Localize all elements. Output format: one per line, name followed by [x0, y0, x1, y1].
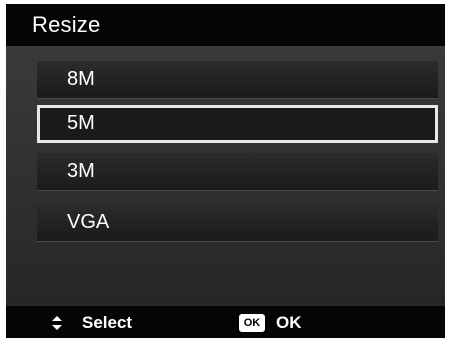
- menu-item-5m[interactable]: 5M: [37, 105, 438, 143]
- up-down-arrows-icon: [52, 316, 62, 330]
- menu-item-label: VGA: [67, 211, 110, 233]
- ok-button-icon: OK: [239, 314, 265, 332]
- menu-item-label: 8M: [67, 68, 95, 90]
- menu-item-label: 3M: [67, 160, 95, 182]
- title-bar: Resize: [6, 4, 445, 46]
- menu-item-3m[interactable]: 3M: [37, 153, 438, 191]
- ok-hint-label: OK: [276, 313, 302, 332]
- camera-screen: Resize 8M 5M 3M VGA Select OK OK: [6, 4, 445, 338]
- menu-item-8m[interactable]: 8M: [37, 61, 438, 99]
- menu-item-label: 5M: [67, 112, 95, 134]
- select-hint-label: Select: [82, 313, 133, 332]
- menu-item-vga[interactable]: VGA: [37, 204, 438, 242]
- footer-bar: Select OK OK: [6, 306, 445, 338]
- menu-title: Resize: [32, 12, 101, 37]
- resize-menu: 8M 5M 3M VGA: [6, 46, 445, 306]
